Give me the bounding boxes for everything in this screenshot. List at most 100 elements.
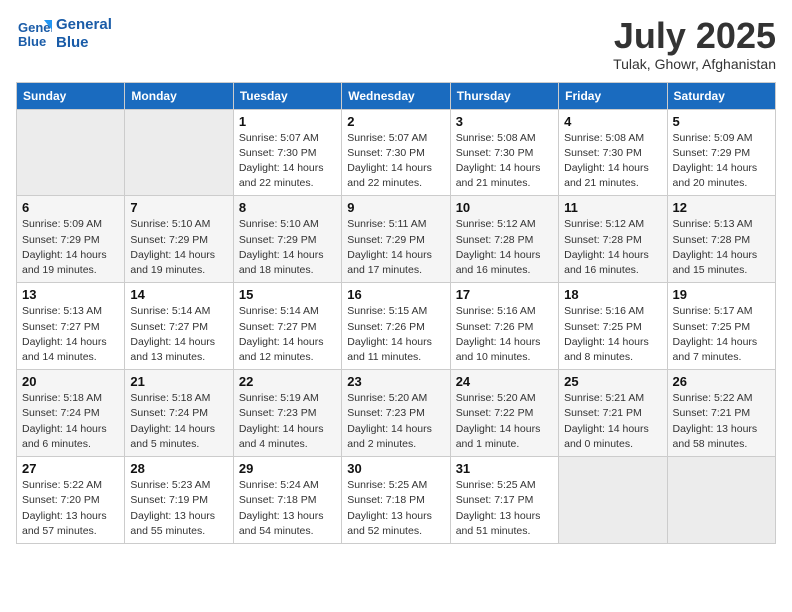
day-number: 3: [456, 114, 553, 129]
day-info: Sunrise: 5:17 AM Sunset: 7:25 PM Dayligh…: [673, 304, 770, 365]
logo: General Blue GeneralBlue: [16, 16, 112, 52]
day-info: Sunrise: 5:18 AM Sunset: 7:24 PM Dayligh…: [130, 391, 227, 452]
day-info: Sunrise: 5:13 AM Sunset: 7:27 PM Dayligh…: [22, 304, 119, 365]
day-number: 9: [347, 200, 444, 215]
day-info: Sunrise: 5:16 AM Sunset: 7:25 PM Dayligh…: [564, 304, 661, 365]
day-cell: 8 Sunrise: 5:10 AM Sunset: 7:29 PM Daylig…: [233, 196, 341, 283]
day-cell: [125, 109, 233, 196]
week-row-1: 1 Sunrise: 5:07 AM Sunset: 7:30 PM Daylig…: [17, 109, 776, 196]
day-number: 14: [130, 287, 227, 302]
day-number: 12: [673, 200, 770, 215]
day-info: Sunrise: 5:08 AM Sunset: 7:30 PM Dayligh…: [564, 131, 661, 192]
day-info: Sunrise: 5:08 AM Sunset: 7:30 PM Dayligh…: [456, 131, 553, 192]
day-header-thursday: Thursday: [450, 82, 558, 109]
day-cell: 24Sunrise: 5:20 AM Sunset: 7:22 PM Dayli…: [450, 370, 558, 457]
day-cell: 28Sunrise: 5:23 AM Sunset: 7:19 PM Dayli…: [125, 457, 233, 544]
logo-text: GeneralBlue: [56, 16, 112, 52]
day-number: 6: [22, 200, 119, 215]
day-info: Sunrise: 5:10 AM Sunset: 7:29 PM Dayligh…: [130, 217, 227, 278]
day-cell: 27Sunrise: 5:22 AM Sunset: 7:20 PM Dayli…: [17, 457, 125, 544]
day-cell: 9 Sunrise: 5:11 AM Sunset: 7:29 PM Daylig…: [342, 196, 450, 283]
day-number: 4: [564, 114, 661, 129]
day-cell: 21 Sunrise: 5:18 AM Sunset: 7:24 PM Dayli…: [125, 370, 233, 457]
day-info: Sunrise: 5:11 AM Sunset: 7:29 PM Dayligh…: [347, 217, 444, 278]
day-cell: 25 Sunrise: 5:21 AM Sunset: 7:21 PM Dayli…: [559, 370, 667, 457]
day-number: 23: [347, 374, 444, 389]
day-cell: 14 Sunrise: 5:14 AM Sunset: 7:27 PM Dayli…: [125, 283, 233, 370]
logo-icon: General Blue: [16, 16, 52, 52]
day-number: 10: [456, 200, 553, 215]
day-info: Sunrise: 5:21 AM Sunset: 7:21 PM Dayligh…: [564, 391, 661, 452]
day-cell: 31Sunrise: 5:25 AM Sunset: 7:17 PM Dayli…: [450, 457, 558, 544]
day-info: Sunrise: 5:09 AM Sunset: 7:29 PM Dayligh…: [673, 131, 770, 192]
day-number: 30: [347, 461, 444, 476]
day-info: Sunrise: 5:10 AM Sunset: 7:29 PM Dayligh…: [239, 217, 336, 278]
day-number: 31: [456, 461, 553, 476]
day-cell: [667, 457, 775, 544]
day-cell: 17Sunrise: 5:16 AM Sunset: 7:26 PM Dayli…: [450, 283, 558, 370]
day-number: 21: [130, 374, 227, 389]
day-number: 1: [239, 114, 336, 129]
day-info: Sunrise: 5:22 AM Sunset: 7:21 PM Dayligh…: [673, 391, 770, 452]
day-number: 22: [239, 374, 336, 389]
day-cell: 16Sunrise: 5:15 AM Sunset: 7:26 PM Dayli…: [342, 283, 450, 370]
day-cell: 23 Sunrise: 5:20 AM Sunset: 7:23 PM Dayli…: [342, 370, 450, 457]
day-number: 5: [673, 114, 770, 129]
day-info: Sunrise: 5:20 AM Sunset: 7:22 PM Dayligh…: [456, 391, 553, 452]
day-cell: 2 Sunrise: 5:07 AM Sunset: 7:30 PM Daylig…: [342, 109, 450, 196]
day-info: Sunrise: 5:19 AM Sunset: 7:23 PM Dayligh…: [239, 391, 336, 452]
day-number: 29: [239, 461, 336, 476]
day-header-friday: Friday: [559, 82, 667, 109]
day-cell: 22 Sunrise: 5:19 AM Sunset: 7:23 PM Dayli…: [233, 370, 341, 457]
day-number: 15: [239, 287, 336, 302]
calendar-table: SundayMondayTuesdayWednesdayThursdayFrid…: [16, 82, 776, 544]
day-info: Sunrise: 5:14 AM Sunset: 7:27 PM Dayligh…: [239, 304, 336, 365]
day-header-sunday: Sunday: [17, 82, 125, 109]
day-info: Sunrise: 5:12 AM Sunset: 7:28 PM Dayligh…: [564, 217, 661, 278]
day-info: Sunrise: 5:09 AM Sunset: 7:29 PM Dayligh…: [22, 217, 119, 278]
day-cell: 3 Sunrise: 5:08 AM Sunset: 7:30 PM Daylig…: [450, 109, 558, 196]
header-row: SundayMondayTuesdayWednesdayThursdayFrid…: [17, 82, 776, 109]
week-row-4: 20 Sunrise: 5:18 AM Sunset: 7:24 PM Dayli…: [17, 370, 776, 457]
day-cell: 30 Sunrise: 5:25 AM Sunset: 7:18 PM Dayli…: [342, 457, 450, 544]
day-cell: 1 Sunrise: 5:07 AM Sunset: 7:30 PM Daylig…: [233, 109, 341, 196]
day-header-saturday: Saturday: [667, 82, 775, 109]
day-cell: 15 Sunrise: 5:14 AM Sunset: 7:27 PM Dayli…: [233, 283, 341, 370]
day-info: Sunrise: 5:13 AM Sunset: 7:28 PM Dayligh…: [673, 217, 770, 278]
day-info: Sunrise: 5:25 AM Sunset: 7:18 PM Dayligh…: [347, 478, 444, 539]
day-info: Sunrise: 5:23 AM Sunset: 7:19 PM Dayligh…: [130, 478, 227, 539]
month-title: July 2025: [613, 16, 776, 56]
day-cell: 5 Sunrise: 5:09 AM Sunset: 7:29 PM Daylig…: [667, 109, 775, 196]
day-number: 19: [673, 287, 770, 302]
day-cell: 12 Sunrise: 5:13 AM Sunset: 7:28 PM Dayli…: [667, 196, 775, 283]
day-cell: 4 Sunrise: 5:08 AM Sunset: 7:30 PM Daylig…: [559, 109, 667, 196]
day-cell: 11 Sunrise: 5:12 AM Sunset: 7:28 PM Dayli…: [559, 196, 667, 283]
day-header-tuesday: Tuesday: [233, 82, 341, 109]
day-info: Sunrise: 5:14 AM Sunset: 7:27 PM Dayligh…: [130, 304, 227, 365]
day-number: 26: [673, 374, 770, 389]
day-info: Sunrise: 5:07 AM Sunset: 7:30 PM Dayligh…: [239, 131, 336, 192]
day-cell: 7Sunrise: 5:10 AM Sunset: 7:29 PM Daylig…: [125, 196, 233, 283]
day-number: 20: [22, 374, 119, 389]
day-info: Sunrise: 5:22 AM Sunset: 7:20 PM Dayligh…: [22, 478, 119, 539]
day-cell: 19 Sunrise: 5:17 AM Sunset: 7:25 PM Dayli…: [667, 283, 775, 370]
title-block: July 2025 Tulak, Ghowr, Afghanistan: [613, 16, 776, 72]
day-info: Sunrise: 5:16 AM Sunset: 7:26 PM Dayligh…: [456, 304, 553, 365]
day-cell: 10Sunrise: 5:12 AM Sunset: 7:28 PM Dayli…: [450, 196, 558, 283]
day-number: 18: [564, 287, 661, 302]
day-number: 2: [347, 114, 444, 129]
day-number: 13: [22, 287, 119, 302]
day-info: Sunrise: 5:20 AM Sunset: 7:23 PM Dayligh…: [347, 391, 444, 452]
day-number: 8: [239, 200, 336, 215]
day-info: Sunrise: 5:07 AM Sunset: 7:30 PM Dayligh…: [347, 131, 444, 192]
day-number: 11: [564, 200, 661, 215]
week-row-5: 27Sunrise: 5:22 AM Sunset: 7:20 PM Dayli…: [17, 457, 776, 544]
day-cell: 20Sunrise: 5:18 AM Sunset: 7:24 PM Dayli…: [17, 370, 125, 457]
day-cell: 29Sunrise: 5:24 AM Sunset: 7:18 PM Dayli…: [233, 457, 341, 544]
day-cell: [17, 109, 125, 196]
day-number: 25: [564, 374, 661, 389]
day-cell: [559, 457, 667, 544]
day-info: Sunrise: 5:15 AM Sunset: 7:26 PM Dayligh…: [347, 304, 444, 365]
location-subtitle: Tulak, Ghowr, Afghanistan: [613, 56, 776, 72]
week-row-2: 6 Sunrise: 5:09 AM Sunset: 7:29 PM Daylig…: [17, 196, 776, 283]
